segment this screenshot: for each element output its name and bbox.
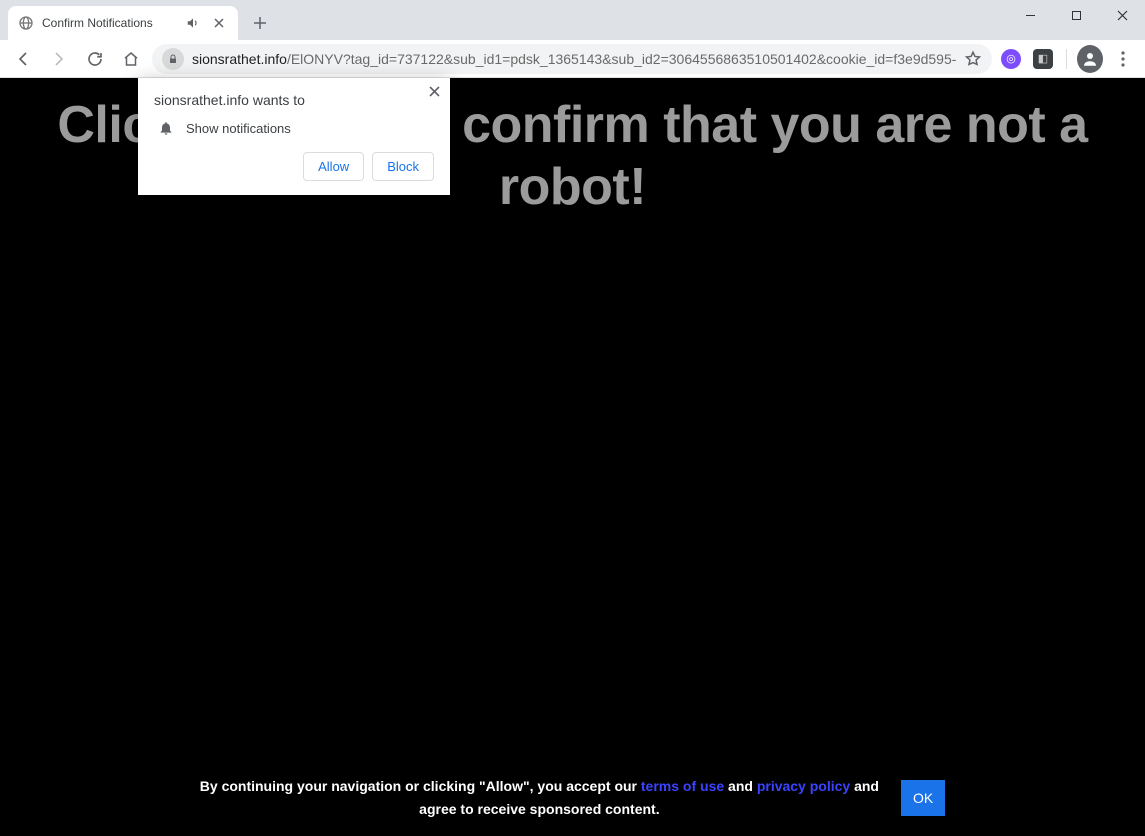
terms-of-use-link[interactable]: terms of use bbox=[641, 778, 724, 794]
browser-toolbar: sionsrathet.info/ElONYV?tag_id=737122&su… bbox=[0, 40, 1145, 78]
bell-icon bbox=[158, 120, 174, 136]
chrome-menu-button[interactable] bbox=[1109, 45, 1137, 73]
close-icon[interactable] bbox=[429, 86, 440, 97]
tab-title: Confirm Notifications bbox=[42, 16, 176, 30]
cookie-consent-bar: By continuing your navigation or clickin… bbox=[0, 761, 1145, 836]
extension-icon-2[interactable]: ◧ bbox=[1030, 46, 1056, 72]
site-info-lock-icon[interactable] bbox=[162, 48, 184, 70]
permission-capability-text: Show notifications bbox=[186, 121, 291, 136]
address-bar[interactable]: sionsrathet.info/ElONYV?tag_id=737122&su… bbox=[152, 44, 992, 74]
tab-close-icon[interactable] bbox=[210, 14, 228, 32]
notification-permission-prompt: sionsrathet.info wants to Show notificat… bbox=[138, 78, 450, 195]
window-close-button[interactable] bbox=[1099, 0, 1145, 30]
cookie-consent-text: By continuing your navigation or clickin… bbox=[200, 775, 879, 820]
new-tab-button[interactable] bbox=[246, 9, 274, 37]
permission-origin-text: sionsrathet.info wants to bbox=[154, 92, 434, 108]
allow-button[interactable]: Allow bbox=[303, 152, 364, 181]
extension-icon-1[interactable]: ◎ bbox=[998, 46, 1024, 72]
window-maximize-button[interactable] bbox=[1053, 0, 1099, 30]
toolbar-divider bbox=[1066, 49, 1067, 69]
home-button[interactable] bbox=[116, 44, 146, 74]
globe-icon bbox=[18, 15, 34, 31]
forward-button[interactable] bbox=[44, 44, 74, 74]
cookie-ok-button[interactable]: OK bbox=[901, 780, 945, 816]
back-button[interactable] bbox=[8, 44, 38, 74]
window-minimize-button[interactable] bbox=[1007, 0, 1053, 30]
block-button[interactable]: Block bbox=[372, 152, 434, 181]
reload-button[interactable] bbox=[80, 44, 110, 74]
url-text: sionsrathet.info/ElONYV?tag_id=737122&su… bbox=[192, 51, 956, 67]
audio-mute-icon[interactable] bbox=[184, 14, 202, 32]
window-controls bbox=[1007, 0, 1145, 30]
browser-tab[interactable]: Confirm Notifications bbox=[8, 6, 238, 40]
bookmark-star-icon[interactable] bbox=[964, 50, 982, 68]
privacy-policy-link[interactable]: privacy policy bbox=[757, 778, 850, 794]
tab-strip: Confirm Notifications bbox=[0, 0, 1145, 40]
profile-avatar[interactable] bbox=[1077, 46, 1103, 72]
